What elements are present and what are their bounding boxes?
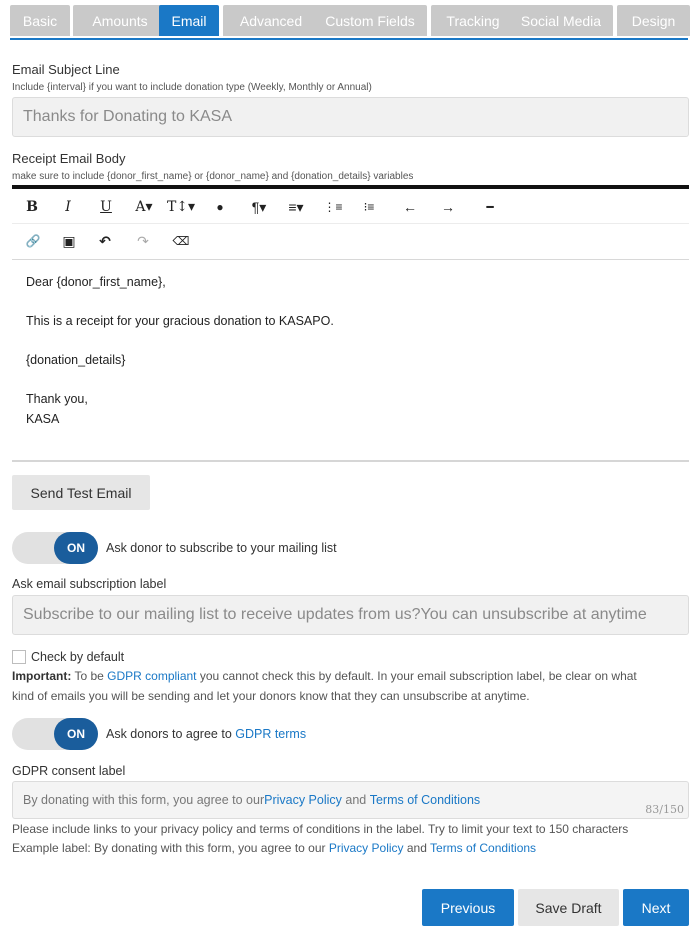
check-by-default-checkbox[interactable] bbox=[12, 650, 26, 664]
receipt-hint: make sure to include {donor_first_name} … bbox=[12, 171, 414, 182]
redo-icon[interactable]: ↷ bbox=[134, 230, 152, 252]
gdpr-toggle-label: Ask donors to agree to GDPR terms bbox=[106, 727, 306, 741]
tab-advanced[interactable]: Advanced bbox=[223, 5, 319, 36]
gdpr-toggle[interactable]: ON bbox=[12, 718, 98, 750]
character-counter: 83/150 bbox=[645, 803, 684, 816]
check-by-default-label: Check by default bbox=[31, 650, 125, 664]
paragraph-icon[interactable]: ¶▾ bbox=[246, 196, 272, 218]
gdpr-toggle-state: ON bbox=[54, 718, 98, 750]
important-text: To be bbox=[71, 669, 108, 683]
horizontal-rule-icon[interactable]: ━ bbox=[480, 196, 500, 218]
receipt-label: Receipt Email Body bbox=[12, 151, 126, 166]
next-button[interactable]: Next bbox=[623, 889, 689, 926]
help-and: and bbox=[403, 841, 431, 855]
tab-bar: Basic Amounts Email Advanced Custom Fiel… bbox=[10, 5, 690, 39]
toolbar-divider bbox=[12, 259, 689, 260]
send-test-email-button[interactable]: Send Test Email bbox=[12, 475, 150, 510]
editor-toolbar-row-1: B I U A▾ T↕▾ ● ¶▾ ≡▾ ⋮≡ ⁝≡ ← → ━ bbox=[12, 190, 689, 224]
tab-design[interactable]: Design bbox=[617, 5, 690, 36]
link-icon[interactable]: 🔗 bbox=[24, 230, 42, 252]
save-draft-button[interactable]: Save Draft bbox=[518, 889, 619, 926]
align-icon[interactable]: ≡▾ bbox=[282, 196, 310, 218]
subscribe-toggle-label: Ask donor to subscribe to your mailing l… bbox=[106, 541, 337, 555]
body-line: {donation_details} bbox=[26, 353, 126, 367]
subject-input[interactable]: Thanks for Donating to KASA bbox=[12, 97, 689, 137]
underline-icon[interactable]: U bbox=[98, 196, 114, 218]
italic-icon[interactable]: I bbox=[60, 196, 76, 218]
tab-email[interactable]: Email bbox=[159, 5, 219, 36]
gdpr-consent-label-title: GDPR consent label bbox=[12, 764, 126, 778]
gdpr-terms-link[interactable]: GDPR terms bbox=[235, 727, 306, 741]
gdpr-consent-text: By donating with this form, you agree to… bbox=[23, 793, 265, 807]
gdpr-help-line2: Example label: By donating with this for… bbox=[12, 838, 536, 858]
text-size-icon[interactable]: T↕▾ bbox=[166, 196, 196, 218]
tab-social-media[interactable]: Social Media bbox=[509, 5, 613, 36]
body-line: KASA bbox=[26, 412, 60, 426]
subscription-label-title: Ask email subscription label bbox=[12, 577, 167, 591]
editor-bottom-border bbox=[12, 460, 689, 462]
bold-icon[interactable]: B bbox=[24, 196, 40, 218]
highlight-icon[interactable]: ● bbox=[212, 196, 228, 218]
outdent-icon[interactable]: ← bbox=[400, 196, 420, 218]
subscribe-toggle-state: ON bbox=[54, 532, 98, 564]
receipt-body-editor[interactable]: Dear {donor_first_name}, This is a recei… bbox=[26, 272, 334, 429]
tab-basic[interactable]: Basic bbox=[10, 5, 70, 36]
image-icon[interactable]: ▣ bbox=[60, 230, 78, 252]
help-privacy-policy-link[interactable]: Privacy Policy bbox=[329, 841, 404, 855]
body-line: This is a receipt for your gracious dona… bbox=[26, 314, 334, 328]
subject-label: Email Subject Line bbox=[12, 62, 120, 77]
privacy-policy-link[interactable]: Privacy Policy bbox=[264, 793, 342, 807]
gdpr-consent-input[interactable]: By donating with this form, you agree to… bbox=[12, 781, 689, 819]
important-text: you cannot check this by default. In you… bbox=[196, 669, 637, 683]
tab-amounts[interactable]: Amounts bbox=[73, 5, 167, 36]
ordered-list-icon[interactable]: ⋮≡ bbox=[322, 196, 344, 218]
indent-icon[interactable]: → bbox=[438, 196, 458, 218]
subscribe-toggle[interactable]: ON bbox=[12, 532, 98, 564]
gdpr-important-note: Important: To be GDPR compliant you cann… bbox=[12, 666, 637, 686]
tab-underline bbox=[10, 38, 688, 40]
editor-toolbar-row-2: 🔗 ▣ ↶ ↷ ⌫ bbox=[12, 224, 689, 258]
important-prefix: Important: bbox=[12, 669, 72, 683]
help-text: Example label: By donating with this for… bbox=[12, 841, 329, 855]
gdpr-consent-and: and bbox=[341, 793, 370, 807]
terms-of-conditions-link[interactable]: Terms of Conditions bbox=[370, 793, 480, 807]
font-color-icon[interactable]: A▾ bbox=[130, 196, 158, 218]
subscription-label-input[interactable]: Subscribe to our mailing list to receive… bbox=[12, 595, 689, 635]
gdpr-toggle-text: Ask donors to agree to bbox=[106, 727, 236, 741]
body-line: Dear {donor_first_name}, bbox=[26, 275, 166, 289]
help-terms-link[interactable]: Terms of Conditions bbox=[430, 841, 536, 855]
editor-top-border bbox=[12, 185, 689, 189]
gdpr-compliant-link[interactable]: GDPR compliant bbox=[107, 669, 196, 683]
bullet-list-icon[interactable]: ⁝≡ bbox=[358, 196, 380, 218]
tab-tracking[interactable]: Tracking bbox=[431, 5, 515, 36]
gdpr-help-line1: Please include links to your privacy pol… bbox=[12, 822, 629, 836]
gdpr-important-note-line2: kind of emails you will be sending and l… bbox=[12, 689, 530, 703]
undo-icon[interactable]: ↶ bbox=[96, 230, 114, 252]
previous-button[interactable]: Previous bbox=[422, 889, 514, 926]
subject-hint: Include {interval} if you want to includ… bbox=[12, 82, 372, 93]
body-line: Thank you, bbox=[26, 392, 88, 406]
eraser-icon[interactable]: ⌫ bbox=[172, 230, 190, 252]
tab-custom-fields[interactable]: Custom Fields bbox=[313, 5, 427, 36]
